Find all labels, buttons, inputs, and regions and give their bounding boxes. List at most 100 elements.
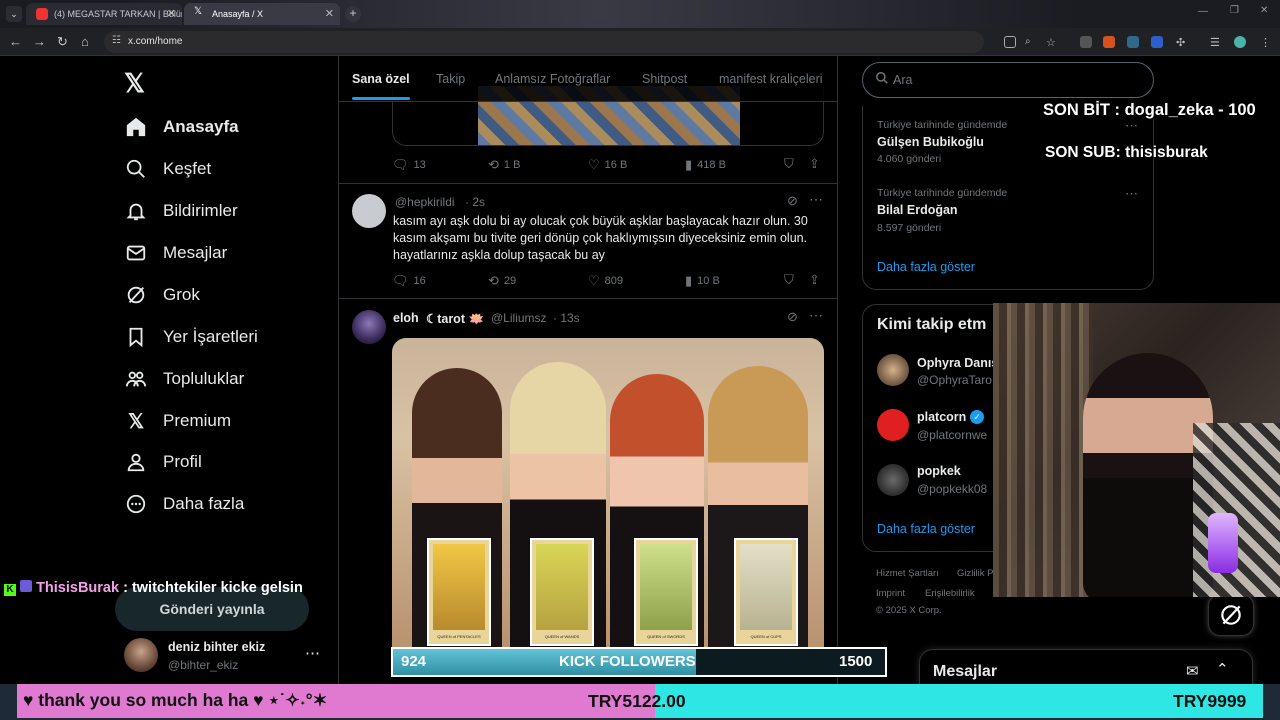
x-logo-icon[interactable]: 𝕏 [124, 68, 145, 99]
repost-button[interactable]: ⟲ 29 [488, 273, 516, 289]
minimize-icon[interactable]: — [1198, 6, 1208, 17]
nav-label: Grok [163, 285, 200, 304]
share-button[interactable]: ⇪ [809, 272, 825, 288]
show-more-link[interactable]: Daha fazla göster [877, 522, 975, 536]
bookmark-button[interactable]: ⛉ [784, 272, 799, 288]
show-more-link[interactable]: Daha fazla göster [877, 260, 975, 274]
views-button[interactable]: ▮ 10 B [685, 273, 720, 289]
reload-icon[interactable]: ↻ [57, 34, 68, 50]
nav-profile[interactable]: Profil [124, 446, 202, 478]
suggestion-name[interactable]: popkek [917, 464, 961, 478]
maximize-icon[interactable]: ❐ [1230, 5, 1239, 16]
trend-count: 8.597 gönderi [877, 222, 942, 234]
nav-messages[interactable]: Mesajlar [124, 237, 227, 269]
footer-link[interactable]: Hizmet Şartları [876, 568, 939, 579]
repost-button[interactable]: ⟲ 1 B [488, 157, 520, 173]
more-icon[interactable]: ⋯ [1125, 186, 1138, 202]
tab-for-you[interactable]: Sana özel [352, 72, 410, 100]
views-button[interactable]: ▮ 418 B [685, 157, 726, 173]
footer-link[interactable]: Imprint [876, 588, 905, 599]
extension-icon[interactable] [1127, 36, 1139, 48]
extension-icon[interactable] [1080, 36, 1092, 48]
avatar[interactable] [352, 310, 386, 344]
like-button[interactable]: ♡ 809 [588, 273, 623, 289]
tab-list-1[interactable]: Anlamsız Fotoğraflar [495, 72, 610, 86]
tweet-handle[interactable]: @Liliumsz [491, 311, 547, 325]
more-icon[interactable]: ⋯ [809, 307, 823, 324]
nav-premium[interactable]: 𝕏 Premium [124, 405, 231, 437]
like-button[interactable]: ♡ 16 B [588, 157, 627, 173]
profile-avatar[interactable] [1234, 36, 1246, 48]
reply-button[interactable]: 🗨 13 [392, 157, 426, 173]
avatar[interactable] [352, 194, 386, 228]
nav-home[interactable]: Anasayfa [124, 111, 239, 143]
star-icon[interactable]: ☆ [1046, 36, 1058, 49]
puzzle-icon[interactable]: ✣ [1176, 36, 1188, 49]
footer-link[interactable]: Gizlilik P [957, 568, 993, 579]
nav-grok[interactable]: Grok [124, 279, 200, 311]
avatar[interactable] [877, 354, 909, 386]
account-switcher[interactable]: deniz bihter ekiz @bihter_ekiz ⋯ [122, 636, 332, 676]
avatar[interactable] [877, 409, 909, 441]
tweet-media-image[interactable]: QUEEN of PENTACLES QUEEN of WANDS QUEEN … [392, 338, 824, 668]
tweet-text: kasım ayı aşk dolu bi ay olucak çok büyü… [393, 214, 808, 262]
share-icon: ⇪ [809, 156, 820, 171]
url-field[interactable]: ☷ x.com/home [104, 31, 984, 53]
tweet-time[interactable]: · 13s [553, 311, 580, 325]
suggestion-name[interactable]: Ophyra Danış [917, 356, 998, 370]
nav-communities[interactable]: Topluluklar [124, 363, 244, 395]
nav-more[interactable]: Daha fazla [124, 488, 244, 520]
more-icon[interactable]: ⋯ [809, 191, 823, 208]
more-icon[interactable]: ⋯ [1125, 118, 1138, 134]
mail-icon [124, 241, 148, 265]
forward-icon[interactable]: → [33, 34, 46, 49]
extension-icon[interactable] [1103, 36, 1115, 48]
site-info-icon[interactable]: ☷ [112, 35, 121, 46]
tab-youtube[interactable]: (4) MEGASTAR TARKAN | Bölüm ✕ [26, 3, 182, 25]
tweet-time[interactable]: · 2s [465, 195, 485, 209]
grok-icon[interactable]: ⊘ [787, 309, 798, 325]
avatar [124, 638, 158, 672]
extension-icon[interactable] [1151, 36, 1163, 48]
nav-bookmarks[interactable]: Yer İşaretleri [124, 321, 258, 353]
tab-list-3[interactable]: manifest kraliçeleri [719, 72, 823, 86]
nav-notifications[interactable]: Bildirimler [124, 195, 238, 227]
webcam-mic-light [1208, 513, 1238, 573]
new-message-icon[interactable]: ✉ [1186, 662, 1199, 680]
reading-list-icon[interactable]: ☰ [1210, 36, 1222, 49]
grok-icon[interactable]: ⊘ [787, 193, 798, 209]
tab-x-home[interactable]: 𝕏 Anasayfa / X ✕ [184, 3, 340, 25]
tweet-handle[interactable]: @hepkirildi [395, 195, 455, 209]
kebab-menu-icon[interactable]: ⋮ [1260, 36, 1272, 49]
share-button[interactable]: ⇪ [809, 156, 825, 172]
tab-menu-button[interactable]: ⌄ [6, 6, 22, 22]
more-icon[interactable]: ⋯ [305, 644, 320, 662]
suggestion-name[interactable]: platcorn [917, 410, 966, 424]
close-icon[interactable]: ✕ [325, 7, 334, 20]
grok-icon [1221, 605, 1241, 625]
avatar[interactable] [877, 464, 909, 496]
tab-following[interactable]: Takip [436, 72, 465, 86]
new-tab-button[interactable]: + [345, 6, 361, 22]
trend-name[interactable]: Gülşen Bubikoğlu [877, 135, 984, 149]
bookmark-button[interactable]: ⛉ [784, 156, 799, 172]
zoom-icon[interactable]: ⌕ [1025, 36, 1037, 48]
back-icon[interactable]: ← [9, 34, 22, 49]
search-input[interactable]: Ara [862, 62, 1154, 98]
tweet-author-name[interactable]: eloh [393, 311, 419, 325]
footer-link[interactable]: Erişilebilirlik [925, 588, 975, 599]
trend-name[interactable]: Bilal Erdoğan [877, 203, 958, 217]
tab-list-2[interactable]: Shitpost [642, 72, 687, 86]
trend-count: 4.060 gönderi [877, 153, 942, 165]
nav-label: Profil [163, 452, 202, 471]
close-icon[interactable]: ✕ [167, 7, 176, 20]
grok-fab[interactable] [1208, 594, 1254, 636]
bookmark-icon [124, 325, 148, 349]
window-close-icon[interactable]: ✕ [1260, 5, 1268, 16]
browser-tab-bar: ⌄ (4) MEGASTAR TARKAN | Bölüm ✕ 𝕏 Anasay… [0, 0, 1280, 28]
nav-explore[interactable]: Keşfet [124, 153, 211, 185]
reply-button[interactable]: 🗨 16 [392, 273, 426, 289]
cast-icon[interactable] [1004, 36, 1016, 48]
home-icon[interactable]: ⌂ [81, 34, 89, 49]
expand-icon[interactable]: ⌃ [1216, 660, 1229, 678]
